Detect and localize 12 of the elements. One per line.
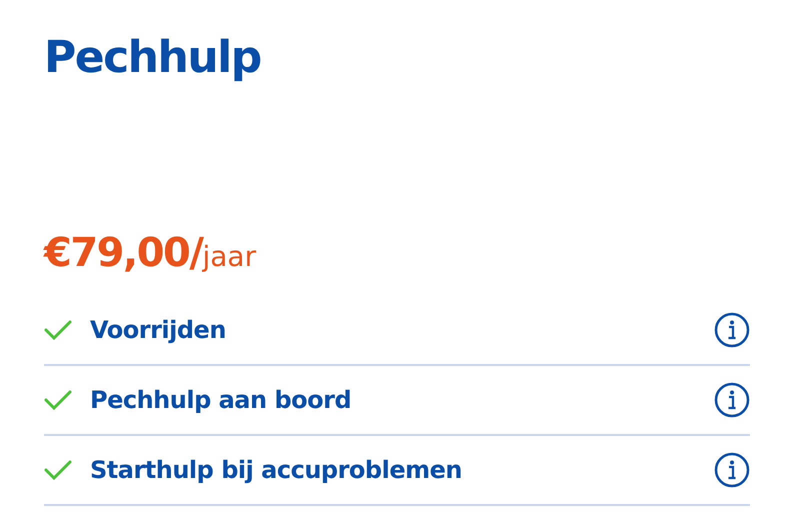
check-icon bbox=[44, 389, 72, 411]
feature-label: Voorrijden bbox=[90, 316, 227, 344]
info-icon[interactable] bbox=[714, 382, 750, 418]
check-icon bbox=[44, 319, 72, 341]
feature-label: Starthulp bij accuproblemen bbox=[90, 456, 463, 484]
info-icon[interactable] bbox=[714, 312, 750, 348]
page-title: Pechhulp bbox=[44, 31, 262, 85]
price-period: jaar bbox=[202, 240, 256, 273]
feature-label: Pechhulp aan boord bbox=[90, 386, 352, 414]
check-icon bbox=[44, 459, 72, 481]
info-icon[interactable] bbox=[714, 452, 750, 488]
price-amount: €79,00/ bbox=[44, 230, 202, 276]
